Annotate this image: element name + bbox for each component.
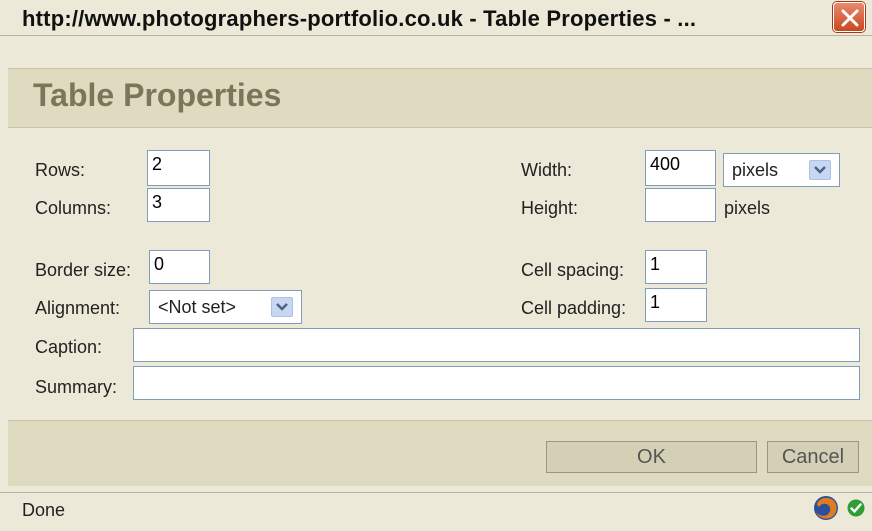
alignment-value: <Not set>	[158, 296, 237, 317]
columns-label: Columns:	[35, 198, 112, 218]
border-size-input[interactable]: 0	[149, 250, 210, 284]
height-label: Height:	[521, 198, 579, 218]
columns-input[interactable]: 3	[147, 188, 210, 222]
rows-label: Rows:	[35, 160, 86, 180]
check-icon	[847, 499, 865, 517]
status-bar	[0, 492, 872, 531]
width-unit-select[interactable]: pixels	[723, 153, 840, 187]
rows-input[interactable]: 2	[147, 150, 210, 186]
ok-button[interactable]: OK	[546, 441, 757, 473]
close-button[interactable]	[833, 2, 865, 32]
alignment-select[interactable]: <Not set>	[149, 290, 302, 324]
chevron-down-icon	[276, 303, 288, 311]
alignment-dropdown-button[interactable]	[271, 297, 293, 317]
width-unit-dropdown-button[interactable]	[809, 160, 831, 180]
dialog-heading: Table Properties	[33, 77, 282, 113]
height-unit-label: pixels	[724, 198, 771, 218]
caption-input[interactable]	[133, 328, 860, 362]
summary-input[interactable]	[133, 366, 860, 400]
caption-label: Caption:	[35, 337, 103, 357]
status-text: Done	[22, 500, 66, 520]
alignment-label: Alignment:	[35, 298, 121, 318]
chevron-down-icon	[814, 166, 826, 174]
cell-spacing-label: Cell spacing:	[521, 260, 625, 280]
height-input[interactable]	[645, 188, 716, 222]
cell-spacing-input[interactable]: 1	[645, 250, 707, 284]
width-unit-value: pixels	[732, 159, 779, 180]
border-size-label: Border size:	[35, 260, 132, 280]
firefox-icon	[813, 495, 839, 521]
cancel-button[interactable]: Cancel	[767, 441, 859, 473]
summary-label: Summary:	[35, 377, 118, 397]
window-title: http://www.photographers-portfolio.co.uk…	[22, 6, 697, 31]
cell-padding-label: Cell padding:	[521, 298, 627, 318]
width-label: Width:	[521, 160, 573, 180]
width-input[interactable]: 400	[645, 150, 716, 186]
close-icon	[841, 9, 859, 27]
cell-padding-input[interactable]: 1	[645, 288, 707, 322]
